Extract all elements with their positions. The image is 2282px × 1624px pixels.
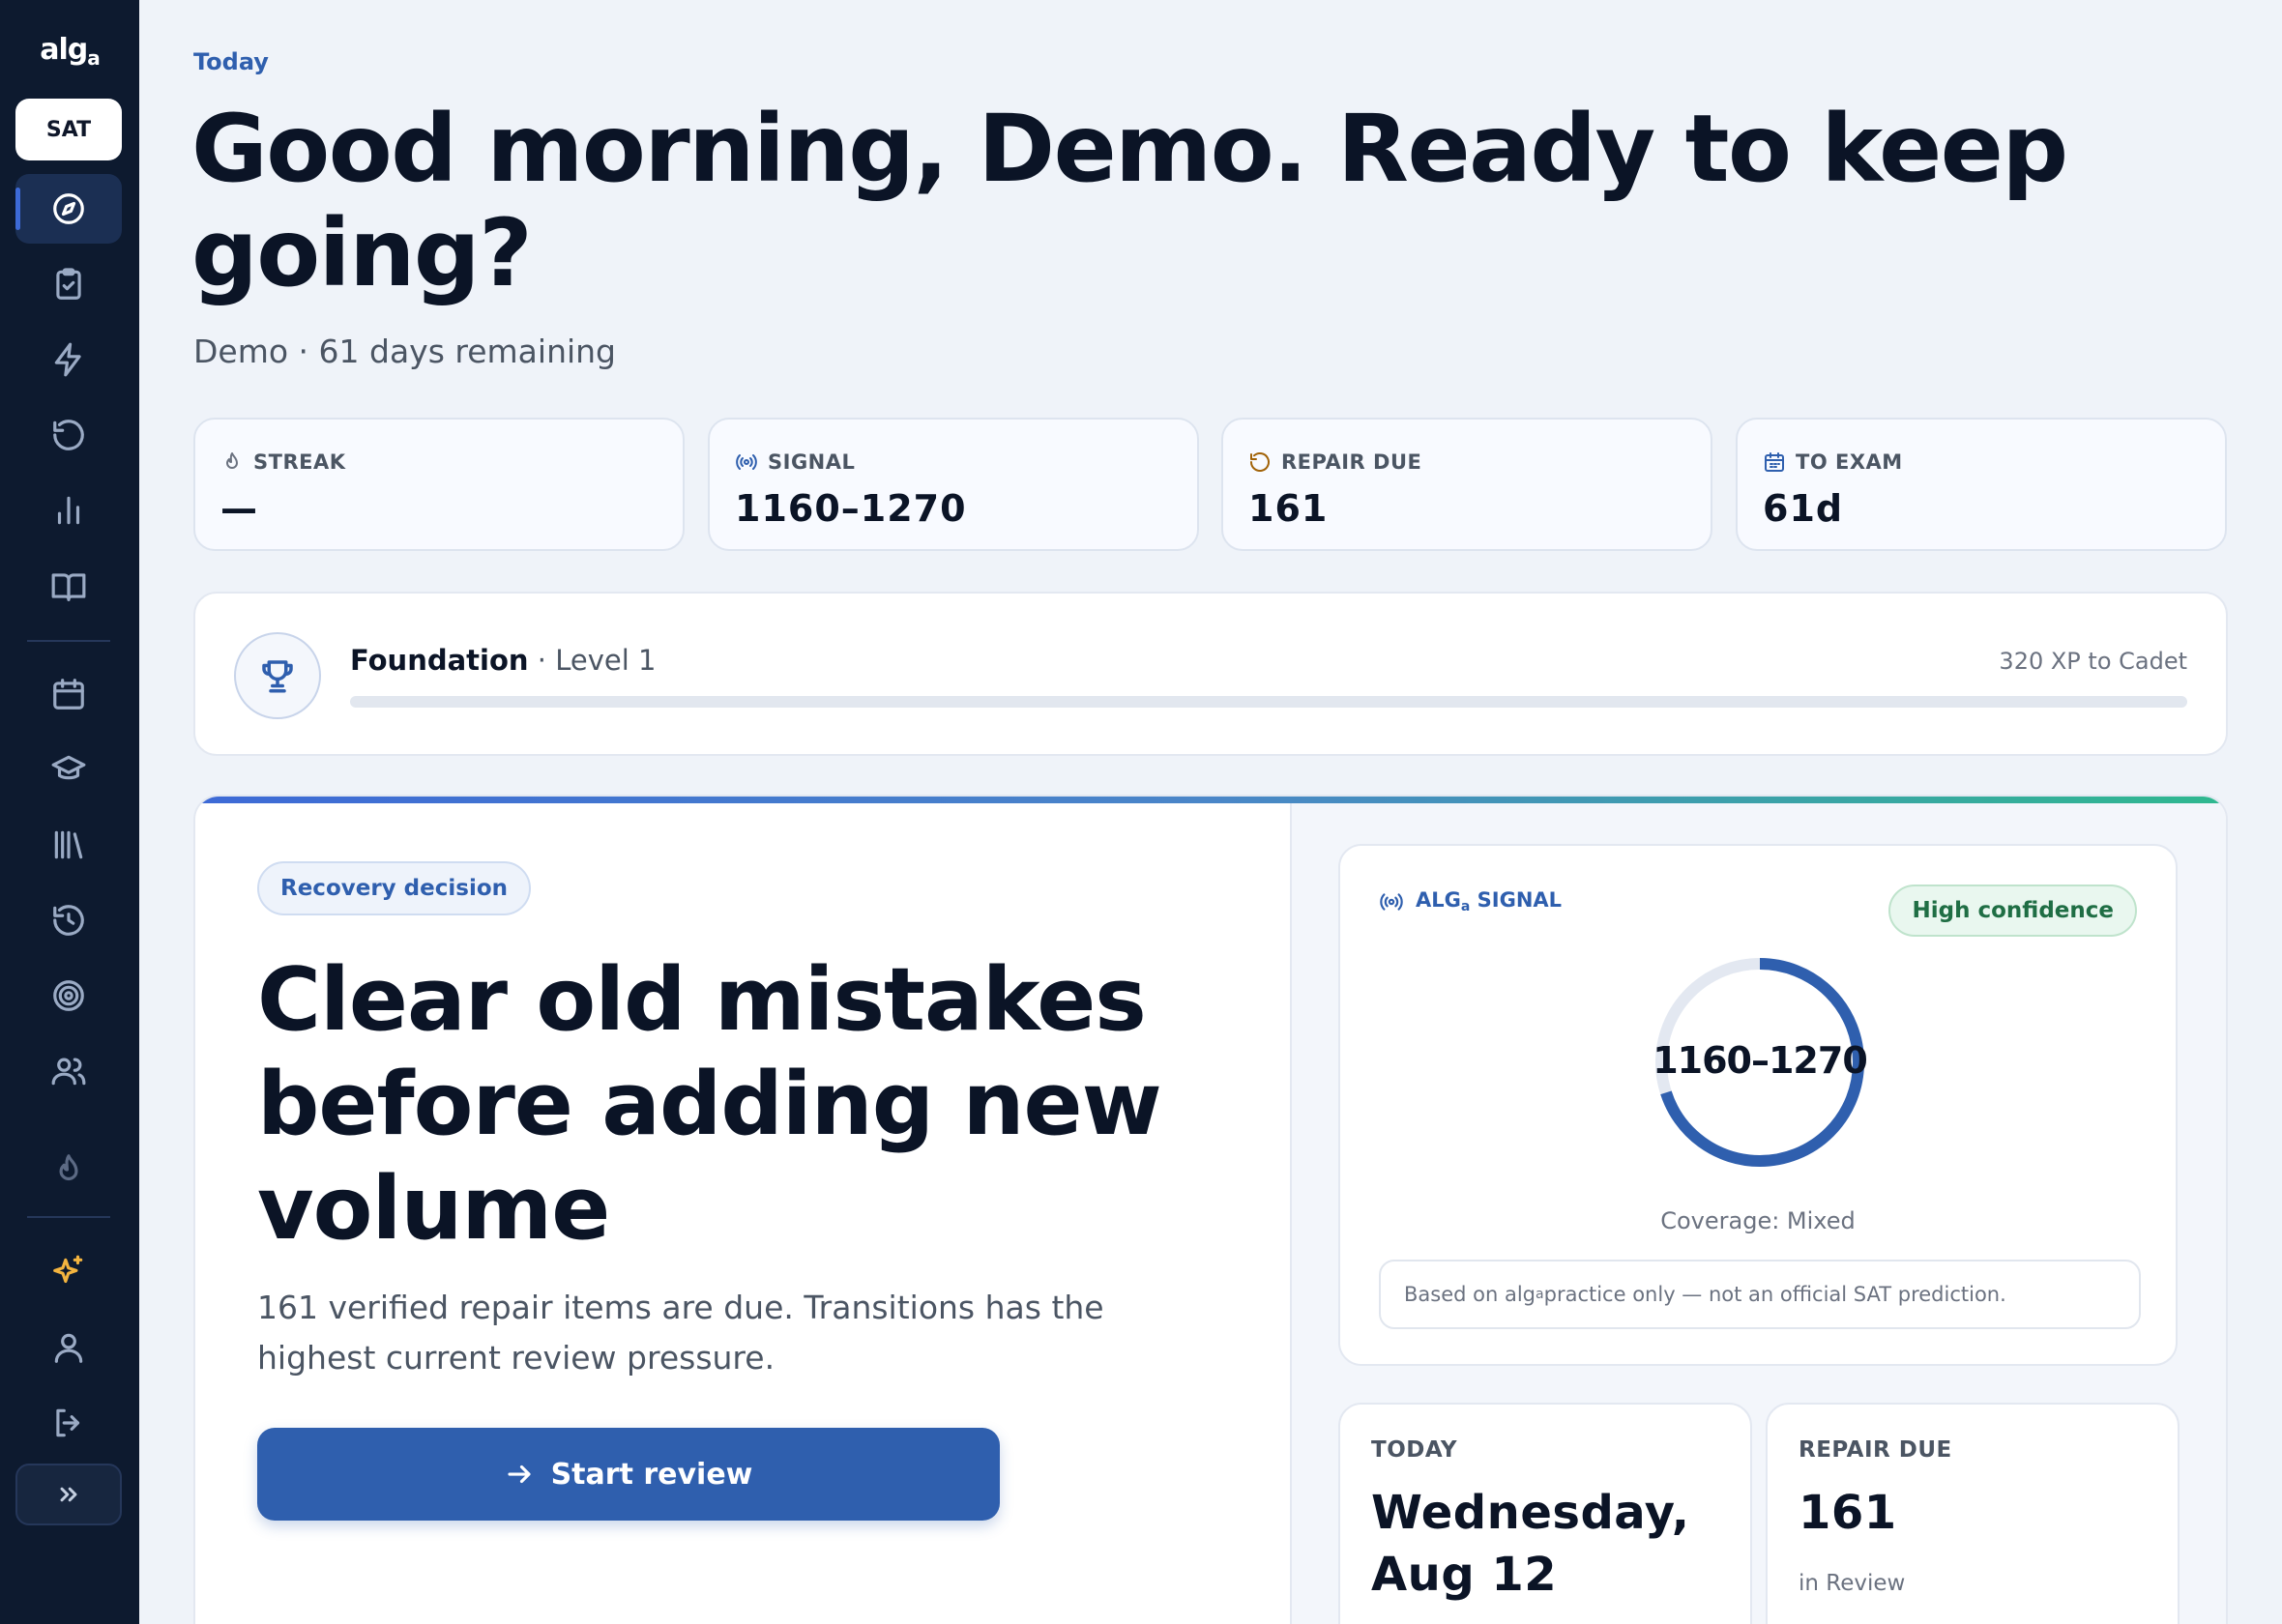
nav-lessons[interactable] bbox=[15, 551, 122, 621]
sidebar-divider bbox=[27, 1216, 110, 1218]
signal-disclaimer: Based on alg a practice only — not an off… bbox=[1379, 1260, 2141, 1329]
today-card: TODAY Wednesday, Aug 12 bbox=[1338, 1403, 1752, 1624]
start-review-label: Start review bbox=[550, 1457, 753, 1492]
start-review-button[interactable]: Start review bbox=[257, 1428, 1000, 1521]
decision-tag: Recovery decision bbox=[257, 861, 532, 915]
calendar-icon bbox=[53, 679, 84, 710]
signal-label-text: SIGNAL bbox=[1470, 888, 1563, 912]
nav-calendar[interactable] bbox=[15, 659, 122, 729]
app-logo[interactable]: alga bbox=[0, 33, 139, 70]
nav-review[interactable] bbox=[15, 400, 122, 470]
stat-label: TO EXAM bbox=[1796, 450, 1903, 474]
nav-analytics[interactable] bbox=[15, 476, 122, 545]
rotate-ccw-icon bbox=[53, 420, 84, 450]
nav-logout[interactable] bbox=[15, 1388, 122, 1458]
sparkles-icon bbox=[53, 1255, 83, 1284]
history-icon bbox=[53, 905, 84, 936]
clipboard-check-icon bbox=[56, 268, 81, 300]
page-title: Good morning, Demo. Ready to keep going? bbox=[191, 95, 2068, 307]
stat-value: — bbox=[220, 487, 258, 530]
today-date: Wednesday, Aug 12 bbox=[1371, 1486, 1690, 1602]
calendar-icon bbox=[1765, 452, 1784, 472]
confidence-badge: High confidence bbox=[1888, 884, 2137, 937]
stat-card-streak: STREAK — bbox=[193, 418, 685, 551]
stat-value: 61d bbox=[1763, 487, 1844, 530]
flame-icon bbox=[59, 1154, 78, 1181]
level-number: · Level 1 bbox=[537, 644, 657, 677]
library-icon bbox=[54, 830, 83, 859]
level-title: Foundation · Level 1 bbox=[350, 644, 656, 677]
sidebar-expand-button[interactable] bbox=[15, 1464, 122, 1525]
stat-value: 161 bbox=[1248, 487, 1329, 530]
signal-card: ALGa SIGNAL High confidence 1160–1270 Co… bbox=[1338, 844, 2178, 1366]
signal-brand: ALG bbox=[1416, 888, 1461, 912]
compass-icon bbox=[53, 193, 84, 224]
disclaimer-text-end: practice only — not an official SAT pred… bbox=[1543, 1283, 2006, 1306]
signal-brand-sub: a bbox=[1460, 899, 1471, 914]
stat-card-to-exam: TO EXAM 61d bbox=[1736, 418, 2227, 551]
decision-description: 161 verified repair items are due. Trans… bbox=[257, 1289, 1104, 1377]
logo-subscript: a bbox=[87, 46, 100, 70]
today-label: TODAY bbox=[1371, 1437, 1458, 1463]
nav-tasks[interactable] bbox=[15, 249, 122, 319]
eyebrow-today: Today bbox=[193, 48, 269, 75]
level-tier: Foundation bbox=[350, 644, 529, 677]
nav-goals[interactable] bbox=[15, 961, 122, 1030]
nav-streak[interactable] bbox=[15, 1135, 122, 1204]
logo-text: alg bbox=[40, 33, 88, 67]
stat-card-signal: SIGNAL 1160–1270 bbox=[708, 418, 1199, 551]
decision-main: Recovery decision Clear old mistakes bef… bbox=[195, 803, 1290, 1624]
accent-gradient-bar bbox=[195, 797, 2226, 803]
refresh-icon bbox=[1250, 452, 1270, 472]
trophy-icon bbox=[262, 660, 293, 693]
nav-library[interactable] bbox=[15, 810, 122, 880]
nav-ai-assistant[interactable] bbox=[15, 1237, 122, 1307]
signal-icon bbox=[1380, 892, 1403, 911]
xp-remaining: 320 XP to Cadet bbox=[1999, 648, 2187, 675]
sidebar-divider bbox=[27, 640, 110, 642]
users-icon bbox=[51, 1058, 86, 1086]
log-out-icon bbox=[56, 1408, 80, 1437]
flame-icon bbox=[226, 452, 238, 469]
signal-card-label: ALGa SIGNAL bbox=[1379, 888, 1562, 914]
graduation-cap-icon bbox=[51, 755, 86, 780]
stat-card-repair-due: REPAIR DUE 161 bbox=[1221, 418, 1712, 551]
recovery-decision-card: Recovery decision Clear old mistakes bef… bbox=[193, 795, 2228, 1624]
target-icon bbox=[53, 980, 84, 1011]
chevrons-right-icon bbox=[60, 1487, 77, 1502]
repair-due-value: 161 bbox=[1799, 1486, 1897, 1540]
trophy-badge bbox=[234, 632, 321, 719]
nav-practice[interactable] bbox=[15, 325, 122, 394]
bar-chart-icon bbox=[57, 496, 80, 525]
decision-title: Clear old mistakes before adding new vol… bbox=[257, 949, 1162, 1260]
signal-range: 1160–1270 bbox=[1653, 1039, 1868, 1082]
stat-value: 1160–1270 bbox=[735, 487, 967, 530]
repair-due-sub: in Review bbox=[1799, 1571, 1906, 1596]
repair-due-card: REPAIR DUE 161 in Review bbox=[1766, 1403, 2180, 1624]
signal-icon bbox=[736, 454, 757, 470]
arrow-right-icon bbox=[508, 1464, 531, 1484]
repair-due-label: REPAIR DUE bbox=[1799, 1437, 1952, 1463]
nav-courses[interactable] bbox=[15, 735, 122, 804]
nav-profile[interactable] bbox=[15, 1313, 122, 1382]
exam-selector[interactable]: SAT bbox=[15, 99, 122, 160]
nav-dashboard[interactable] bbox=[15, 174, 122, 244]
book-open-icon bbox=[51, 573, 86, 601]
user-icon bbox=[54, 1333, 83, 1363]
xp-progress-bar bbox=[350, 696, 2187, 708]
stat-label: SIGNAL bbox=[768, 450, 856, 474]
sidebar: alga SAT bbox=[0, 0, 139, 1624]
lightning-icon bbox=[54, 342, 81, 377]
nav-community[interactable] bbox=[15, 1036, 122, 1106]
stat-label: REPAIR DUE bbox=[1281, 450, 1422, 474]
decision-side-panel: ALGa SIGNAL High confidence 1160–1270 Co… bbox=[1290, 803, 2226, 1624]
disclaimer-text: Based on alg bbox=[1404, 1283, 1536, 1306]
page-subtitle: Demo · 61 days remaining bbox=[193, 333, 617, 370]
stat-label: STREAK bbox=[253, 450, 346, 474]
disclaimer-sub: a bbox=[1536, 1287, 1544, 1302]
coverage-text: Coverage: Mixed bbox=[1660, 1207, 1856, 1234]
nav-history[interactable] bbox=[15, 885, 122, 955]
level-progress-card: Foundation · Level 1 320 XP to Cadet bbox=[193, 592, 2228, 756]
